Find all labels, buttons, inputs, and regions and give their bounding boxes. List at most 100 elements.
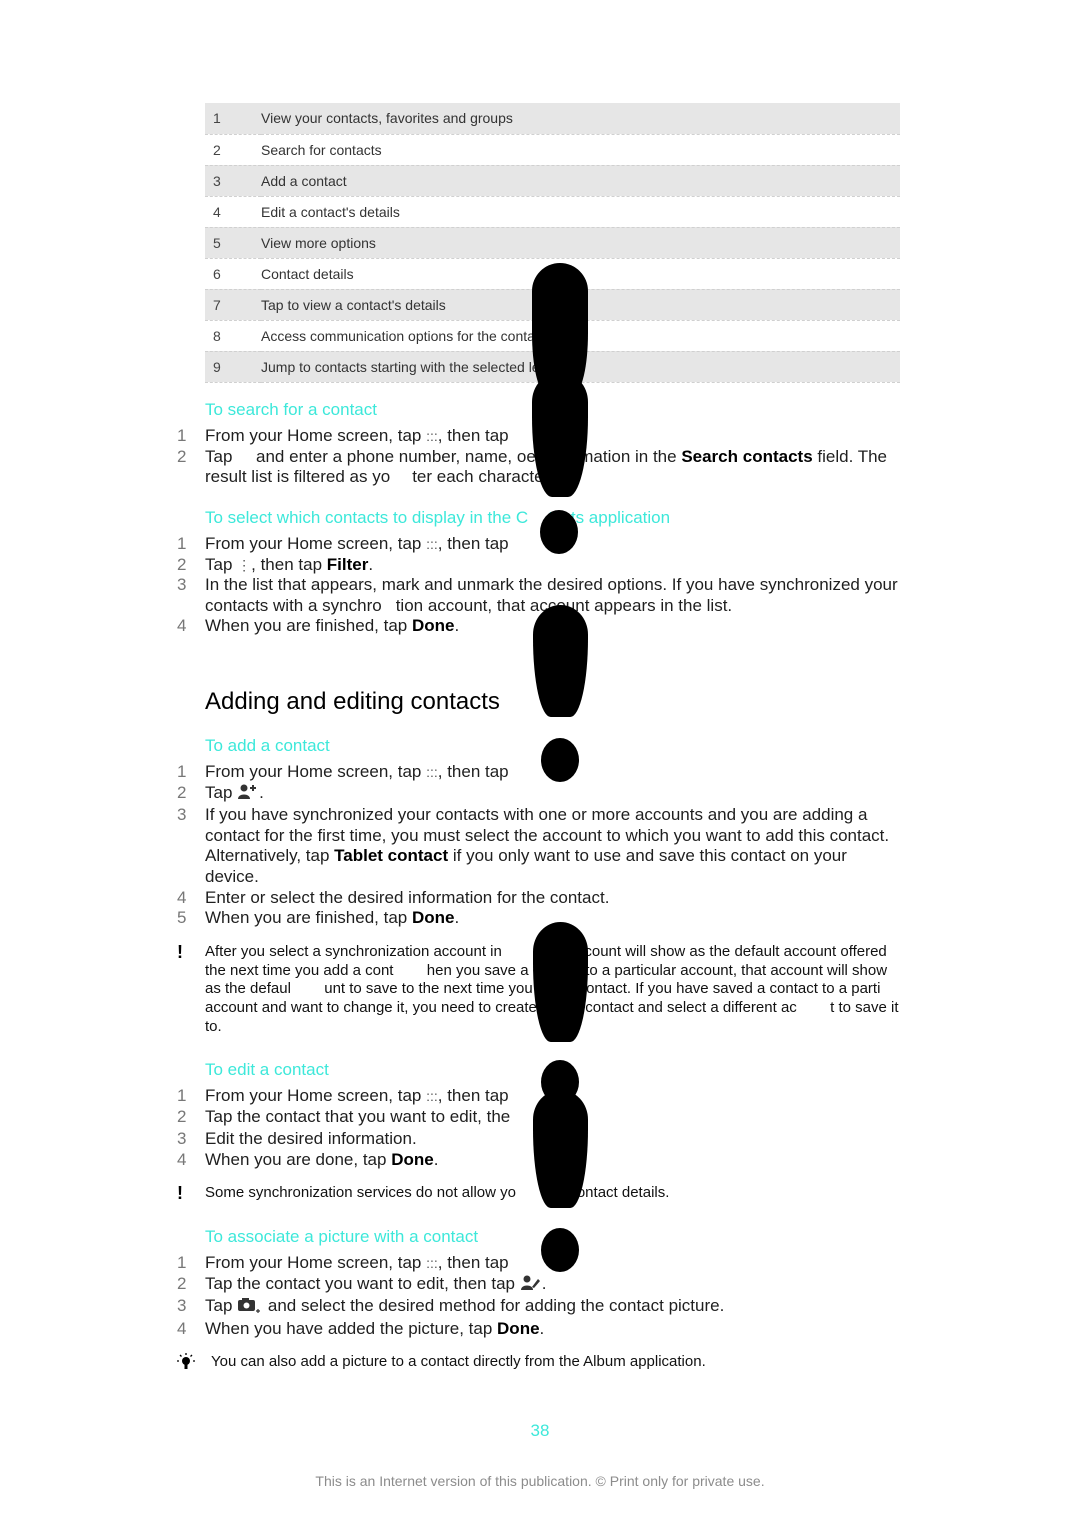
step: 3 Tap and select the desired method for … [175,1296,905,1319]
step-text: , then tap [437,534,509,553]
more-options-icon: ⋮ [237,556,252,573]
step-text: . [259,782,264,802]
occlusion-blob [541,738,579,782]
step-number: 2 [177,554,187,574]
step-text: Tap the contact you want to edit, then t… [205,1273,520,1293]
row-number: 3 [205,165,261,197]
step-text: and select the desired method for adding… [263,1296,725,1316]
step-number: 2 [177,1273,187,1293]
step-number: 2 [177,1106,187,1126]
step-number: 1 [177,426,187,445]
heading-text: To select which contacts to display in t… [205,508,529,527]
step-text: Tap [205,554,238,574]
row-number: 2 [205,134,261,166]
step: 5 When you are finished, tap Done. [175,908,905,929]
row-text: View your contacts, favorites and groups [261,103,900,135]
add-photo-icon [237,1296,263,1319]
ui-term: Done [411,908,455,928]
step: 4 Enter or select the desired informatio… [175,888,905,909]
row-text: Search for contacts [261,134,900,166]
row-number: 7 [205,289,261,321]
step-text: From your Home screen, tap [205,534,427,553]
step-number: 2 [177,446,187,466]
occlusion-blob [533,1090,588,1208]
step-number: 1 [177,1086,187,1105]
step-text: . [433,1149,439,1169]
row-number: 4 [205,196,261,228]
ui-term: Done [497,1318,540,1338]
ui-term: Done [411,616,455,636]
step-text: . [454,616,460,636]
apps-grid-icon: ::: [426,536,438,552]
step-text: When you are finished, tap [205,616,412,636]
step-text: . [368,554,374,574]
step: 1 From your Home screen, tap :::, then t… [175,1253,905,1274]
step-text: , then tap [437,426,509,445]
apps-grid-icon: ::: [426,428,438,444]
step-number: 4 [177,1149,187,1169]
row-number: 9 [205,351,261,383]
step-number: 4 [177,887,187,907]
page-number: 38 [530,1421,550,1440]
row-number: 5 [205,227,261,259]
step: 3 If you have synchronized your contacts… [175,805,905,887]
step-text: , then tap [437,1086,509,1105]
occlusion-blob [540,510,578,554]
add-contact-icon [237,783,259,806]
step-text: . [541,1273,547,1293]
step-text: From your Home screen, tap [205,1086,427,1105]
ui-term: Filter [326,554,369,574]
step: 2 Tap . [175,783,905,806]
warning-icon: ! [177,1183,183,1204]
step-number: 1 [177,762,187,781]
step-text: From your Home screen, tap [205,1253,427,1272]
row-number: 6 [205,258,261,290]
table-row: 5 View more options [205,227,900,259]
table-row: 2 Search for contacts [205,134,900,166]
occlusion-blob [533,605,588,717]
row-number: 8 [205,320,261,352]
associate-picture-section: To associate a picture with a contact 1 … [175,1227,905,1375]
ui-term: Done [391,1149,434,1169]
tip-text: You can also add a picture to a contact … [211,1353,706,1371]
row-text: Edit a contact's details [261,196,900,228]
apps-grid-icon: ::: [426,1255,438,1271]
footer-notice: This is an Internet version of this publ… [315,1473,765,1489]
step: 4 When you have added the picture, tap D… [175,1319,905,1340]
step-text: , then tap [251,554,327,574]
step-text: Tap the contact that you want to edit, t… [205,1106,511,1126]
step-text: From your Home screen, tap [205,426,427,445]
warning-icon: ! [177,941,183,962]
occlusion-blob [533,922,588,1042]
step-number: 3 [177,1129,187,1149]
table-row: 3 Add a contact [205,165,900,197]
step-number: 4 [177,616,187,636]
step-text: Tap [205,1296,238,1316]
step: 3 In the list that appears, mark and unm… [175,575,905,616]
step-text: When you have added the picture, tap [205,1318,498,1338]
step-text: ter each character. [412,467,553,487]
row-text: Add a contact [261,165,900,197]
table-row: 1 View your contacts, favorites and group… [205,103,900,135]
step-number: 1 [177,534,187,553]
tip-note: You can also add a picture to a contact … [175,1353,905,1375]
step-text: When you are done, tap [205,1149,392,1169]
occlusion-blob [532,372,588,497]
edit-contact-icon [520,1274,542,1297]
section-title: Adding and editing contacts [205,688,500,715]
step-text: . [454,908,460,928]
step-number: 3 [177,1296,187,1316]
occlusion-blob [541,1228,579,1272]
lightbulb-icon [175,1353,205,1375]
table-row: 4 Edit a contact's details [205,196,900,228]
ui-term: Search contacts [681,446,813,466]
step-number: 1 [177,1253,187,1272]
step-text: . [539,1318,545,1338]
step-number: 3 [177,805,187,825]
step-text: Tap and enter a phone number, name, o [205,446,527,466]
step: 1 From your Home screen, tap :::, then t… [175,762,905,783]
step-number: 5 [177,908,187,928]
step-text: When you are finished, tap [205,908,412,928]
step: 2 Tap ⋮, then tap Filter. [175,555,905,576]
step-text: Tap [205,782,238,802]
